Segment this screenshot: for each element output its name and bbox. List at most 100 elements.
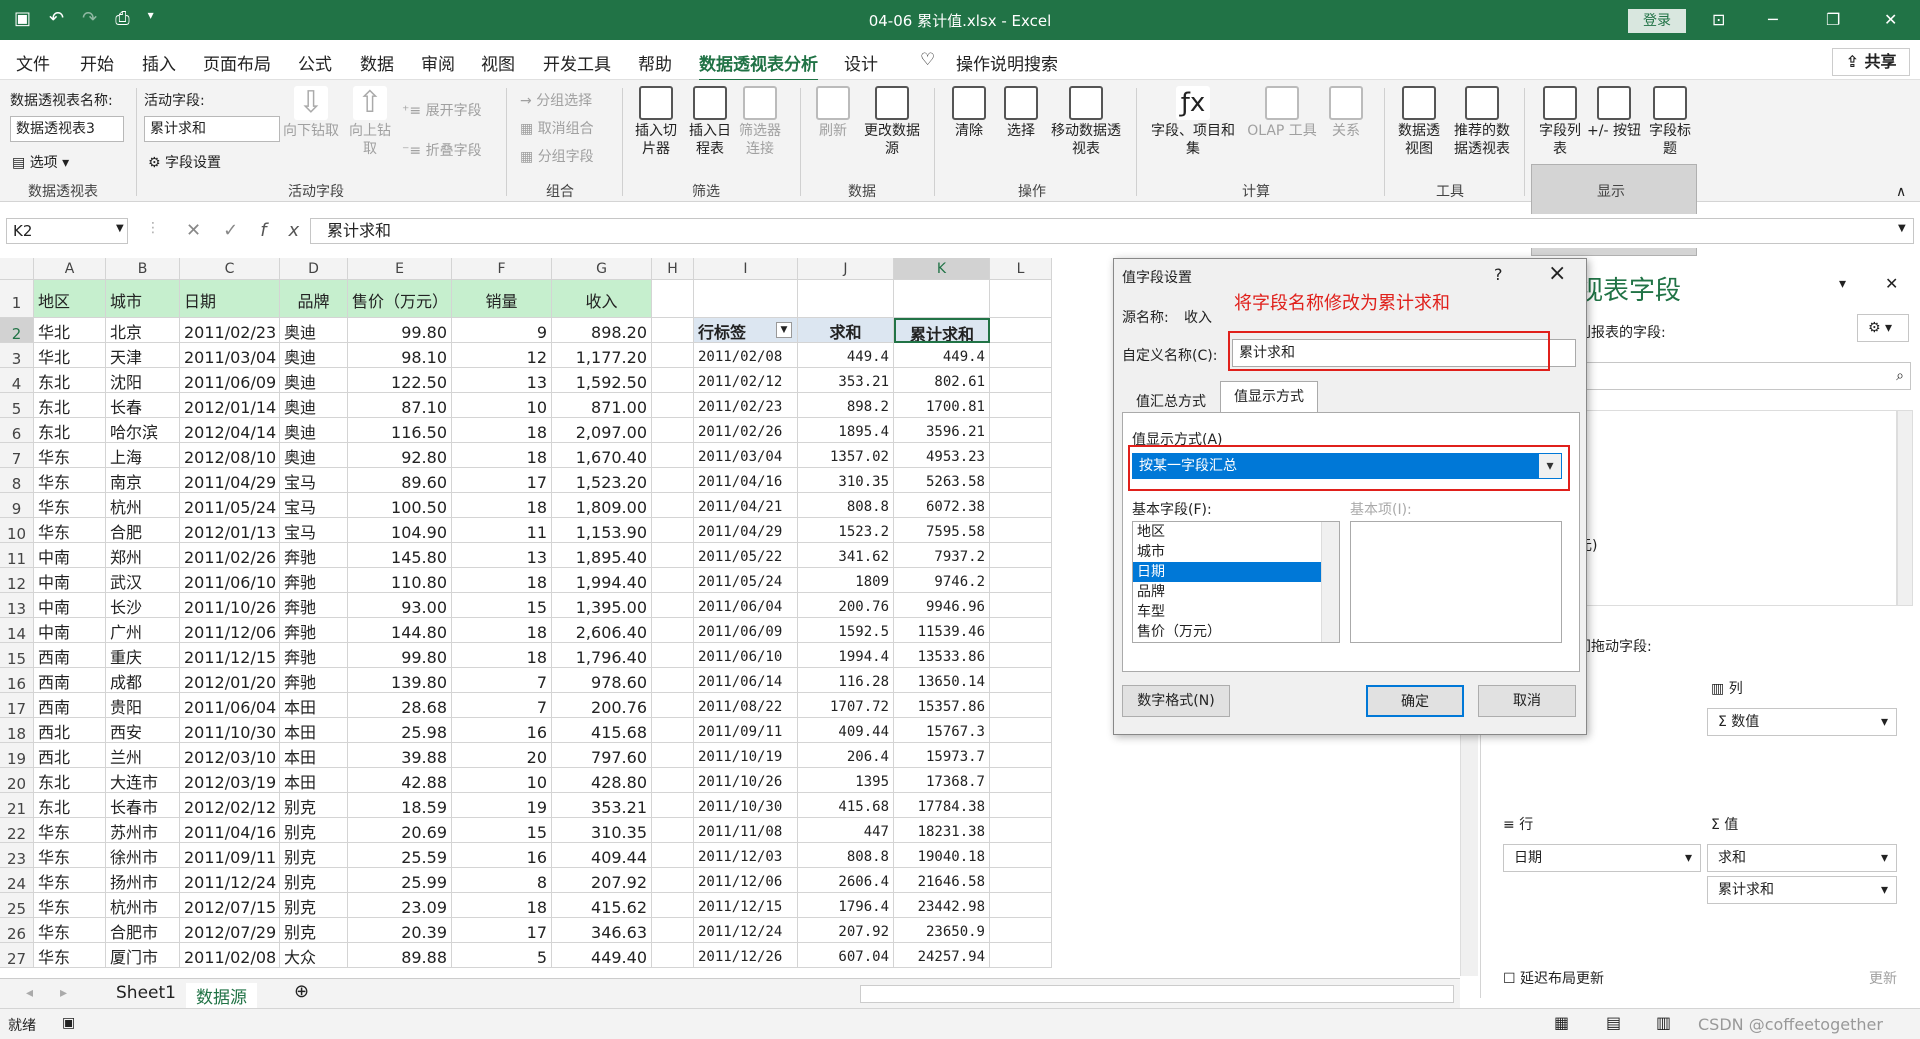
add-sheet-icon[interactable]: ⊕ bbox=[294, 981, 309, 1002]
table-cell[interactable]: 2012/04/14 bbox=[180, 418, 280, 443]
pivot-cell[interactable]: 3596.21 bbox=[894, 418, 990, 443]
table-header-cell[interactable]: 地区 bbox=[34, 280, 106, 318]
empty-cell[interactable] bbox=[652, 443, 694, 468]
table-cell[interactable]: 898.20 bbox=[552, 318, 652, 343]
row-header[interactable]: 27 bbox=[0, 943, 34, 968]
pivot-cell[interactable]: 7595.58 bbox=[894, 518, 990, 543]
pivot-cell[interactable]: 9946.96 bbox=[894, 593, 990, 618]
tab-page-layout[interactable]: 页面布局 bbox=[203, 50, 271, 75]
table-cell[interactable]: 宝马 bbox=[280, 493, 348, 518]
table-cell[interactable]: 2011/02/26 bbox=[180, 543, 280, 568]
pivot-cell[interactable]: 6072.38 bbox=[894, 493, 990, 518]
base-field-item[interactable]: 售价（万元） bbox=[1133, 622, 1321, 642]
empty-cell[interactable] bbox=[990, 280, 1052, 318]
row-header[interactable]: 5 bbox=[0, 393, 34, 418]
table-cell[interactable]: 华北 bbox=[34, 318, 106, 343]
recommended-pivot-button[interactable]: 推荐的数据透视表 bbox=[1448, 86, 1516, 158]
table-cell[interactable]: 本田 bbox=[280, 768, 348, 793]
pivot-cell[interactable]: 207.92 bbox=[798, 918, 894, 943]
page-break-view-icon[interactable]: ▥ bbox=[1656, 1013, 1671, 1032]
page-layout-view-icon[interactable]: ▤ bbox=[1606, 1013, 1621, 1032]
pivot-cell[interactable]: 409.44 bbox=[798, 718, 894, 743]
table-cell[interactable]: 2012/07/15 bbox=[180, 893, 280, 918]
table-cell[interactable]: 华东 bbox=[34, 818, 106, 843]
empty-cell[interactable] bbox=[990, 793, 1052, 818]
defer-update-checkbox[interactable]: ☐ 延迟布局更新 bbox=[1503, 968, 1604, 988]
ok-button[interactable]: 确定 bbox=[1366, 685, 1464, 717]
table-cell[interactable]: 华东 bbox=[34, 843, 106, 868]
empty-cell[interactable] bbox=[990, 668, 1052, 693]
empty-cell[interactable] bbox=[652, 918, 694, 943]
table-cell[interactable]: 奔驰 bbox=[280, 643, 348, 668]
field-settings-button[interactable]: ⚙ 字段设置 bbox=[148, 152, 221, 172]
empty-cell[interactable] bbox=[652, 818, 694, 843]
table-cell[interactable]: 华东 bbox=[34, 868, 106, 893]
cancel-button[interactable]: 取消 bbox=[1478, 685, 1576, 717]
pivot-cell[interactable]: 7937.2 bbox=[894, 543, 990, 568]
empty-cell[interactable] bbox=[652, 868, 694, 893]
column-header[interactable]: L bbox=[990, 258, 1052, 280]
pivot-cell[interactable]: 898.2 bbox=[798, 393, 894, 418]
table-cell[interactable]: 大众 bbox=[280, 943, 348, 968]
empty-cell[interactable] bbox=[652, 793, 694, 818]
table-cell[interactable]: 2012/01/14 bbox=[180, 393, 280, 418]
row-header[interactable]: 4 bbox=[0, 368, 34, 393]
table-cell[interactable]: 郑州 bbox=[106, 543, 180, 568]
empty-cell[interactable] bbox=[652, 843, 694, 868]
row-header[interactable]: 19 bbox=[0, 743, 34, 768]
table-cell[interactable]: 西北 bbox=[34, 743, 106, 768]
table-cell[interactable]: 杭州 bbox=[106, 493, 180, 518]
table-cell[interactable]: 奥迪 bbox=[280, 418, 348, 443]
table-cell[interactable]: 144.80 bbox=[348, 618, 452, 643]
table-header-cell[interactable]: 售价（万元） bbox=[348, 280, 452, 318]
table-cell[interactable]: 25.99 bbox=[348, 868, 452, 893]
select-all-corner[interactable] bbox=[0, 258, 34, 280]
pivot-cell[interactable]: 1796.4 bbox=[798, 893, 894, 918]
table-cell[interactable]: 1,592.50 bbox=[552, 368, 652, 393]
table-cell[interactable]: 116.50 bbox=[348, 418, 452, 443]
collapse-ribbon-icon[interactable]: ∧ bbox=[1896, 184, 1906, 200]
empty-cell[interactable] bbox=[652, 368, 694, 393]
empty-cell[interactable] bbox=[990, 418, 1052, 443]
empty-cell[interactable] bbox=[652, 418, 694, 443]
empty-cell[interactable] bbox=[652, 543, 694, 568]
relationships-button[interactable]: 关系 bbox=[1322, 86, 1370, 140]
empty-cell[interactable] bbox=[990, 818, 1052, 843]
table-cell[interactable]: 353.21 bbox=[552, 793, 652, 818]
table-cell[interactable]: 2011/06/04 bbox=[180, 693, 280, 718]
table-cell[interactable]: 扬州市 bbox=[106, 868, 180, 893]
clear-button[interactable]: 清除 bbox=[944, 86, 994, 140]
pivotchart-button[interactable]: 数据透视图 bbox=[1392, 86, 1446, 158]
pivot-cell[interactable]: 808.8 bbox=[798, 493, 894, 518]
table-cell[interactable]: 122.50 bbox=[348, 368, 452, 393]
pivot-cell[interactable]: 310.35 bbox=[798, 468, 894, 493]
tab-summarize-by[interactable]: 值汇总方式 bbox=[1136, 391, 1206, 411]
empty-cell[interactable] bbox=[990, 843, 1052, 868]
table-cell[interactable]: 12 bbox=[452, 343, 552, 368]
table-cell[interactable]: 2011/10/26 bbox=[180, 593, 280, 618]
pivot-cell[interactable]: 1357.02 bbox=[798, 443, 894, 468]
table-header-cell[interactable]: 日期 bbox=[180, 280, 280, 318]
table-cell[interactable]: 2011/04/29 bbox=[180, 468, 280, 493]
tab-insert[interactable]: 插入 bbox=[142, 50, 176, 75]
empty-cell[interactable] bbox=[652, 493, 694, 518]
table-cell[interactable]: 17 bbox=[452, 468, 552, 493]
base-field-item[interactable]: 品牌 bbox=[1133, 582, 1321, 602]
base-field-item[interactable]: 地区 bbox=[1133, 522, 1321, 542]
pivot-cell[interactable]: 2011/04/16 bbox=[694, 468, 798, 493]
table-cell[interactable]: 华东 bbox=[34, 893, 106, 918]
table-cell[interactable]: 42.88 bbox=[348, 768, 452, 793]
table-cell[interactable]: 10 bbox=[452, 768, 552, 793]
table-cell[interactable]: 89.60 bbox=[348, 468, 452, 493]
olap-tools-button[interactable]: OLAP 工具 bbox=[1242, 86, 1322, 140]
table-cell[interactable]: 上海 bbox=[106, 443, 180, 468]
column-header[interactable]: B bbox=[106, 258, 180, 280]
pivot-cell[interactable]: 1395 bbox=[798, 768, 894, 793]
table-cell[interactable]: 2011/12/06 bbox=[180, 618, 280, 643]
table-cell[interactable]: 18 bbox=[452, 418, 552, 443]
sheet-tab-active[interactable]: 数据源 bbox=[186, 983, 257, 1011]
table-header-cell[interactable]: 品牌 bbox=[280, 280, 348, 318]
empty-cell[interactable] bbox=[652, 643, 694, 668]
table-cell[interactable]: 20.69 bbox=[348, 818, 452, 843]
table-cell[interactable]: 长春 bbox=[106, 393, 180, 418]
